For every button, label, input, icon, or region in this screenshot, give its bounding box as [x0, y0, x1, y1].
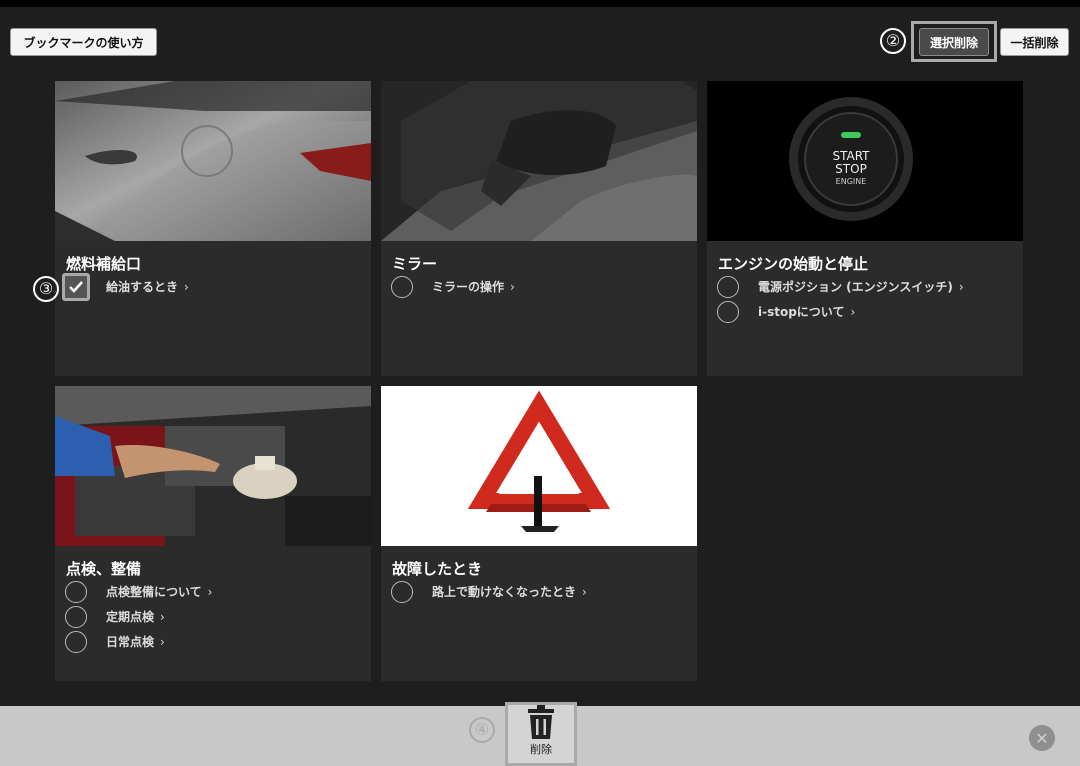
bookmark-card-breakdown: 故障したとき 路上で動けなくなったとき › [381, 386, 697, 681]
item-label[interactable]: 日常点検 [106, 633, 154, 650]
start-text: START [832, 149, 870, 163]
card-title: ミラー [392, 255, 438, 273]
chevron-right-icon: › [850, 304, 856, 319]
chevron-right-icon: › [582, 584, 587, 599]
chevron-right-icon: › [510, 279, 515, 294]
card-item-list: 点検整備について › 定期点検 › 日常点検 › [65, 579, 212, 654]
card-image-fuel-lid [55, 81, 371, 241]
item-label[interactable]: i-stopについて [758, 303, 844, 320]
list-item[interactable]: 定期点検 › [65, 604, 212, 629]
chevron-right-icon: › [207, 584, 213, 599]
card-title: 燃料補給口 [66, 255, 142, 273]
delete-label: 削除 [530, 743, 552, 756]
bookmark-card-engine: START STOP ENGINE エンジンの始動と停止 電源ポジション (エン… [707, 81, 1023, 376]
select-delete-button[interactable]: 選択削除 [919, 28, 989, 56]
list-item[interactable]: 電源ポジション (エンジンスイッチ) › [717, 274, 964, 299]
chevron-right-icon: › [160, 634, 165, 649]
card-image-engine-bay [55, 386, 371, 546]
stop-text: STOP [835, 162, 867, 176]
chevron-right-icon: › [958, 279, 964, 294]
list-item[interactable]: ミラーの操作 › [391, 274, 515, 299]
list-item[interactable]: 点検整備について › [65, 579, 212, 604]
chevron-right-icon: › [160, 609, 165, 624]
card-item-list: 路上で動けなくなったとき › [391, 579, 587, 604]
card-image-start-button: START STOP ENGINE [707, 81, 1023, 241]
item-label[interactable]: 電源ポジション (エンジンスイッチ) [758, 278, 953, 295]
checkbox-unchecked[interactable] [65, 630, 87, 653]
item-label[interactable]: 路上で動けなくなったとき [432, 583, 576, 600]
card-image-warning-triangle [381, 386, 697, 546]
checkbox-unchecked[interactable] [65, 605, 87, 628]
checkbox-unchecked[interactable] [391, 580, 413, 603]
check-icon [69, 280, 83, 293]
card-title: 故障したとき [392, 560, 483, 578]
bookmark-card-mirror: ミラー ミラーの操作 › [381, 81, 697, 376]
card-title: エンジンの始動と停止 [718, 255, 869, 273]
bookmark-card-fuel: 燃料補給口 給油するとき › [55, 81, 371, 376]
card-item-list: ミラーの操作 › [391, 274, 515, 299]
bookmark-howto-button[interactable]: ブックマークの使い方 [10, 28, 157, 56]
trash-icon [528, 705, 554, 739]
checkbox-unchecked[interactable] [65, 580, 87, 603]
item-label[interactable]: 給油するとき [106, 278, 178, 295]
list-item[interactable]: 日常点検 › [65, 629, 212, 654]
checkbox-unchecked[interactable] [717, 300, 739, 323]
bookmark-card-inspection: 点検、整備 点検整備について › 定期点検 › 日常点検 › [55, 386, 371, 681]
engine-text: ENGINE [836, 177, 867, 186]
card-item-list: 給油するとき › [62, 272, 189, 301]
list-item[interactable]: 給油するとき › [62, 272, 189, 301]
checkbox-checked[interactable] [62, 272, 90, 301]
step-marker-4: ④ [469, 717, 495, 743]
delete-all-button[interactable]: 一括削除 [1000, 28, 1069, 56]
item-label[interactable]: ミラーの操作 [432, 278, 504, 295]
item-label[interactable]: 定期点検 [106, 608, 154, 625]
chevron-right-icon: › [184, 279, 189, 294]
card-item-list: 電源ポジション (エンジンスイッチ) › i-stopについて › [717, 274, 964, 324]
step-marker-3: ③ [33, 276, 59, 302]
item-label[interactable]: 点検整備について [106, 583, 202, 600]
delete-button[interactable]: 削除 [505, 702, 577, 766]
step-marker-2: ② [880, 28, 906, 54]
checkbox-unchecked[interactable] [391, 275, 413, 298]
card-title: 点検、整備 [66, 560, 142, 578]
close-icon[interactable]: ✕ [1029, 725, 1055, 751]
top-strip [0, 0, 1080, 7]
list-item[interactable]: 路上で動けなくなったとき › [391, 579, 587, 604]
list-item[interactable]: i-stopについて › [717, 299, 964, 324]
checkbox-unchecked[interactable] [717, 275, 739, 298]
card-image-mirror [381, 81, 697, 241]
